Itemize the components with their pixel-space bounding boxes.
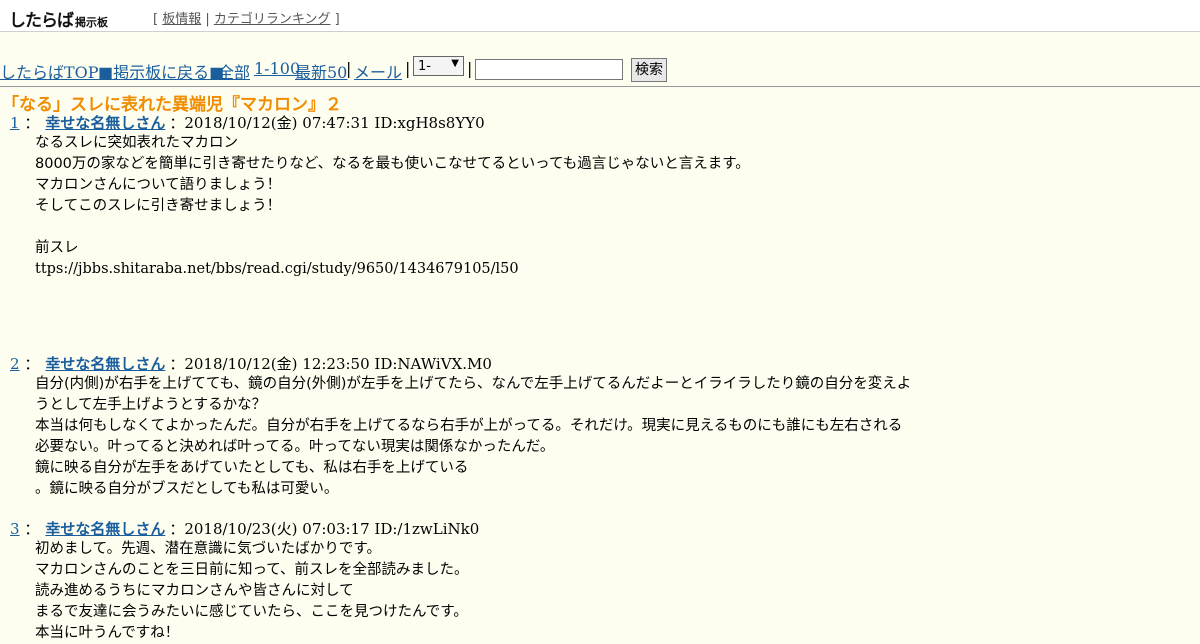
thread-nav-bar: したらばTOP ■掲示板に戻る■ 全部 1-100 最新50 | メール | 1…	[0, 56, 1200, 84]
post-line: 本当は何もしなくてよかったんだ。自分が右手を上げてるなら右手が上がってる。それだ…	[35, 418, 903, 434]
site-logo[interactable]: したらば 掲示板	[9, 6, 108, 31]
header-divider	[0, 86, 1200, 87]
latest-50-link[interactable]: 最新50	[295, 59, 347, 83]
post-number[interactable]: 1	[10, 114, 20, 132]
post-line: 初めまして。先週、潜在意識に気づいたばかりです。	[35, 541, 381, 557]
search-input[interactable]	[475, 59, 623, 80]
post-line: なるスレに突如表れたマカロン	[35, 135, 238, 151]
post-header: 2 ：幸せな名無しさん ：2018/10/12(金) 12:23:50 ID:NA…	[10, 355, 492, 373]
back-to-board-link[interactable]: ■掲示板に戻る■	[98, 59, 224, 83]
site-header: したらば 掲示板 [ 板情報 | カテゴリランキング ]	[0, 0, 1200, 32]
post-header: 3 ：幸せな名無しさん ：2018/10/23(火) 07:03:17 ID:/1…	[10, 520, 480, 538]
post-range-select-value: 1-	[418, 59, 431, 74]
post-line: 。鏡に映る自分がブスだとしても私は可愛い。	[35, 481, 339, 497]
poster-name[interactable]: 幸せな名無しさん	[45, 114, 165, 132]
post-body: 初めまして。先週、潜在意識に気づいたばかりです。 マカロンさんのことを三日前に知…	[35, 539, 469, 644]
post-line: マカロンさんについて語りましょう！	[35, 177, 282, 193]
post-line: マカロンさんのことを三日前に知って、前スレを全部読みました。	[35, 562, 469, 578]
post-range-select[interactable]: 1- ▼	[413, 56, 464, 76]
post-meta: ：2018/10/12(金) 12:23:50 ID:NAWiVX.M0	[169, 355, 492, 373]
poster-name[interactable]: 幸せな名無しさん	[45, 355, 165, 373]
post-line: 必要ない。叶ってると決めれば叶ってる。叶ってない現実は関係なかったんだ。	[35, 439, 555, 455]
post-line: 読み進めるうちにマカロンさんや皆さんに対して	[35, 583, 354, 599]
category-ranking-link[interactable]: カテゴリランキング	[214, 12, 331, 27]
logo-text: したらば	[9, 11, 74, 31]
post-line: 8000万の家などを簡単に引き寄せたりなど、なるを最も使いこなせてるといっても過…	[35, 156, 750, 172]
shitaraba-top-link[interactable]: したらばTOP	[0, 59, 99, 83]
post-number[interactable]: 3	[10, 520, 20, 538]
post-line: 鏡に映る自分が左手をあげていたとしても、私は右手を上げている	[35, 460, 469, 476]
post-meta: ：2018/10/12(金) 07:47:31 ID:xgH8s8YY0	[169, 114, 485, 132]
post-line: 本当に叶うんですね！	[35, 625, 180, 641]
nav-separator: |	[346, 59, 352, 78]
all-posts-link[interactable]: 全部	[218, 59, 250, 83]
mail-link[interactable]: メール	[354, 59, 402, 83]
nav-separator: |	[405, 59, 411, 78]
post-url-text: ttps://jbbs.shitaraba.net/bbs/read.cgi/s…	[35, 261, 519, 277]
post-body: なるスレに突如表れたマカロン 8000万の家などを簡単に引き寄せたりなど、なるを…	[35, 133, 750, 280]
post-line: 前スレ	[35, 240, 79, 256]
range-1-100-link[interactable]: 1-100	[254, 59, 300, 78]
post-header: 1 ：幸せな名無しさん ：2018/10/12(金) 07:47:31 ID:xg…	[10, 114, 485, 132]
header-links: [ 板情報 | カテゴリランキング ]	[153, 12, 340, 27]
post-line: 自分(内側)が右手を上げてても、鏡の自分(外側)が左手を上げてたら、なんで左手上…	[35, 376, 912, 392]
post-line: まるで友達に会うみたいに感じていたら、ここを見つけたんです。	[35, 604, 468, 620]
post-line	[35, 217, 750, 238]
search-button[interactable]: 検索	[631, 58, 667, 82]
nav-separator: |	[467, 59, 473, 78]
dropdown-arrow-icon: ▼	[451, 58, 459, 69]
post-body: 自分(内側)が右手を上げてても、鏡の自分(外側)が左手を上げてたら、なんで左手上…	[35, 374, 911, 500]
post-line: そしてこのスレに引き寄せましょう！	[35, 198, 282, 214]
poster-name[interactable]: 幸せな名無しさん	[45, 520, 165, 538]
logo-subtext: 掲示板	[75, 16, 108, 29]
board-info-link[interactable]: 板情報	[162, 12, 201, 27]
post-meta: ：2018/10/23(火) 07:03:17 ID:/1zwLiNk0	[169, 520, 480, 538]
post-number[interactable]: 2	[10, 355, 20, 373]
post-line: うとして左手上げようとするかな？	[35, 397, 267, 413]
